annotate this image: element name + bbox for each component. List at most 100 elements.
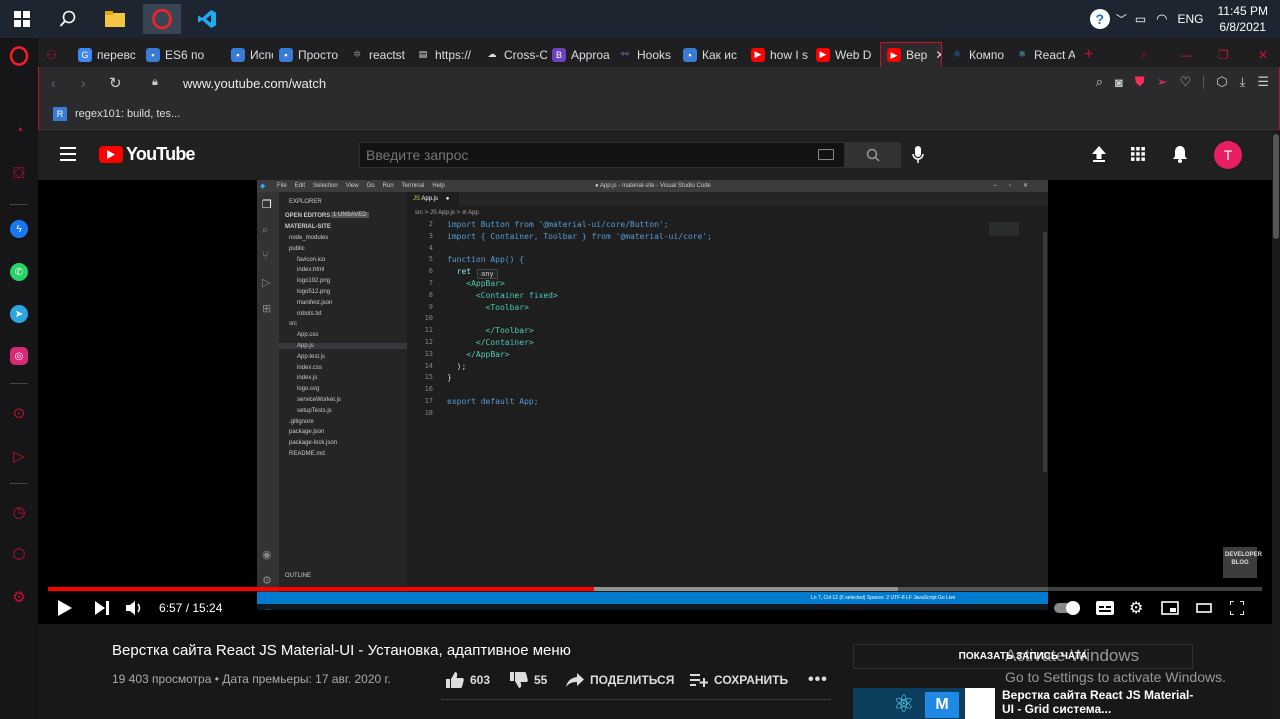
maximize-icon[interactable]: ❐ [1218,42,1229,67]
settings-gear-icon[interactable]: ⚙ [9,587,29,607]
browser-tab[interactable]: ▤ https:// [416,42,476,67]
lock-icon[interactable]: 🔒︎ [152,76,158,89]
recommended-thumbnail[interactable]: ⚛ M [853,688,995,719]
camera-icon[interactable]: ◙ [1115,75,1123,90]
keyboard-icon[interactable] [818,149,834,160]
browser-tab[interactable]: ⚛ Компо [950,42,1010,67]
progress-bar[interactable] [48,587,1262,591]
easy-setup-icon[interactable]: ☰ [1257,74,1269,90]
telegram-icon[interactable]: ➤ [9,304,29,324]
browser-tab[interactable]: ▪ Как ис [683,42,745,67]
cube-icon[interactable]: ⬡ [1216,74,1227,90]
youtube-logo[interactable]: YouTube [99,144,196,165]
video-player[interactable]: ◆ File Edit Selection View Go Run Terminal Help… [38,180,1272,624]
theater-mode-button[interactable] [1196,598,1212,618]
browser-tab[interactable]: ▶ Web D [816,42,874,67]
line-number: 14 [424,361,433,370]
messenger-icon[interactable]: ϟ [9,219,29,239]
vscode-icon[interactable] [189,4,225,34]
vscode-menu-item: Help [432,183,445,189]
dislike-button[interactable]: 55 [510,670,547,690]
share-button[interactable]: ПОДЕЛИТЬСЯ [566,670,674,690]
save-button[interactable]: СОХРАНИТЬ [690,670,788,690]
channel-watermark[interactable]: DEVELOPER BLOG [1223,547,1262,578]
chevron-up-icon[interactable]: ﹀ [1116,11,1127,27]
code-line: </Container> [447,338,534,347]
whatsapp-icon[interactable]: ✆ [9,262,29,282]
hamburger-menu-icon[interactable] [60,147,76,161]
speed-dial-icon[interactable]: ◔ [9,120,29,140]
upload-icon[interactable] [1091,146,1107,167]
browser-tab[interactable]: ⚯ Hooks [618,42,676,67]
extensions-icon[interactable]: ⬡ [9,544,29,564]
opera-menu-icon[interactable] [9,46,29,66]
source-control-icon: ⑂ [262,250,269,262]
minimize-icon[interactable]: — [1180,42,1192,67]
browser-tab[interactable]: ✲ reactst [350,42,410,67]
browser-tab[interactable]: ▶ how I s [751,42,809,67]
line-number: 17 [424,397,433,405]
scrollbar-thumb[interactable] [1273,134,1279,239]
fullscreen-button[interactable] [1230,598,1244,618]
microphone-icon[interactable] [912,146,924,169]
settings-gear-icon[interactable]: ⚙ [1129,598,1143,618]
network-icon[interactable]: ▭ [1135,12,1146,26]
send-icon[interactable]: ➢ [1157,74,1168,90]
explorer-item: logo512.png [297,289,331,295]
like-button[interactable]: 603 [446,670,490,690]
miniplayer-button[interactable] [1161,598,1179,618]
download-icon[interactable]: ⤓ [1240,74,1246,90]
browser-tab[interactable]: ⚛ React A [1015,42,1075,67]
windows-start-icon[interactable] [4,4,40,34]
url-field[interactable]: www.youtube.com/watch [183,76,326,91]
recommended-video-title[interactable]: Верстка сайта React JS Material-UI - Gri… [1002,688,1202,716]
instagram-icon[interactable]: ◎ [9,346,29,366]
help-icon[interactable]: ? [1089,9,1110,29]
search-icon[interactable] [50,4,86,34]
shopping-bag-icon[interactable]: ⛋ [9,163,29,183]
browser-tab[interactable]: ▪ ES6 по [146,42,226,67]
vscode-window-title: ● App.js - material-site - Visual Studio… [595,183,711,189]
close-window-icon[interactable]: ✕ [1258,42,1268,67]
bookmark-item[interactable]: R regex101: build, tes... [53,107,180,121]
flow-icon[interactable]: ▷ [9,446,29,466]
browser-tab[interactable]: ☁ Cross-C [485,42,548,67]
history-icon[interactable]: ◷ [9,502,29,522]
heart-icon[interactable]: ♡ [1180,74,1192,90]
reload-icon[interactable]: ↻ [109,74,122,92]
browser-tab[interactable]: B Approa [552,42,612,67]
browser-tab[interactable]: ▶ Вер ✕ [880,42,942,67]
video-frame[interactable]: ◆ File Edit Selection View Go Run Terminal Help… [257,180,1048,610]
adblock-shield-icon[interactable]: ⛊ [1135,74,1145,90]
player-icon[interactable]: ⊙ [9,403,29,423]
file-explorer-icon[interactable] [97,4,133,34]
workspace-icon[interactable]: ⚇ [46,42,72,67]
forward-icon[interactable]: › [81,75,86,91]
more-options-icon[interactable]: ••• [808,670,828,690]
wifi-icon[interactable]: ◠ [1156,11,1167,27]
new-tab-icon[interactable]: + [1084,42,1098,67]
avatar[interactable]: T [1214,141,1242,169]
browser-tab[interactable]: ▪ Исполь [231,42,273,67]
search-button[interactable] [845,142,901,168]
back-icon[interactable]: ‹ [51,75,56,91]
volume-button[interactable] [126,598,144,618]
play-button[interactable] [58,598,72,618]
browser-tab[interactable]: Gперевс [78,42,140,67]
search-input[interactable] [366,146,806,164]
notifications-bell-icon[interactable] [1172,145,1188,168]
close-tab-icon[interactable]: ✕ [935,48,941,62]
subtitles-button[interactable] [1096,598,1114,618]
language-indicator[interactable]: ENG [1178,12,1204,26]
autoplay-toggle[interactable] [1054,598,1080,618]
next-button[interactable] [95,598,109,618]
thumbs-up-icon [446,672,464,688]
code-area: 2 import Button from '@material-ui/core/B… [407,220,1048,592]
browser-tab[interactable]: ▪ Просто [279,42,341,67]
apps-grid-icon[interactable] [1131,147,1145,166]
clock[interactable]: 11:45 PM 6/8/2021 [1210,3,1280,35]
opera-icon[interactable] [143,4,181,34]
zoom-search-icon[interactable]: ⌕ [1096,74,1103,90]
page-scrollbar[interactable] [1272,130,1280,719]
tab-search-icon[interactable]: ⌕ [1141,42,1148,67]
